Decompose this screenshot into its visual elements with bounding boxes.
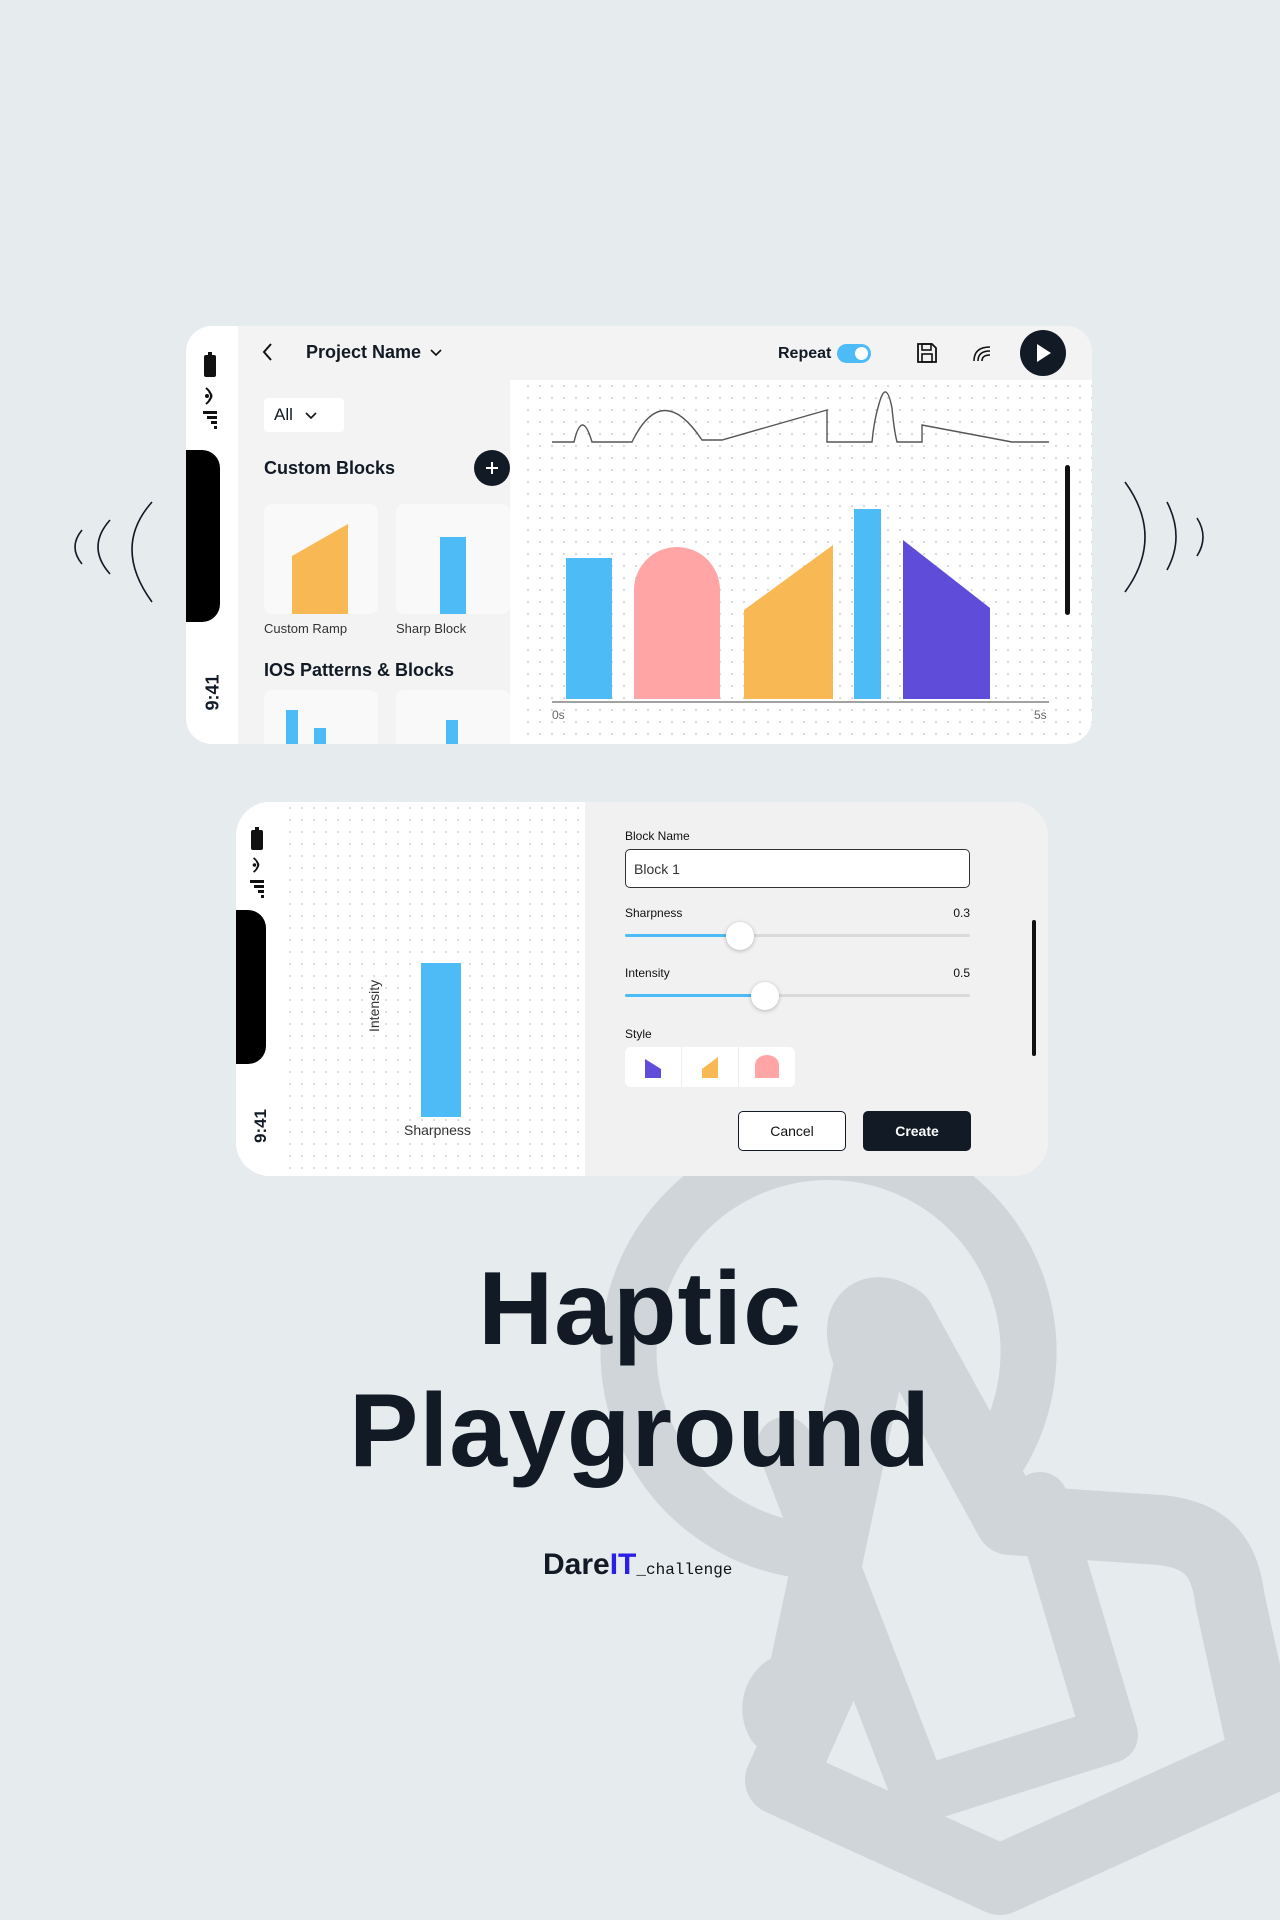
timeline-block-5: [903, 540, 990, 699]
sharpness-slider-thumb[interactable]: [726, 922, 754, 950]
preview-block-bar: [421, 963, 461, 1117]
cancel-button[interactable]: Cancel: [738, 1111, 846, 1151]
timeline-block-4: [854, 509, 881, 699]
device-notch: [236, 910, 266, 1064]
play-button[interactable]: [1020, 330, 1066, 376]
intensity-slider-fill: [625, 994, 765, 997]
chevron-down-icon: [305, 412, 317, 420]
ios-pattern-card[interactable]: [264, 690, 378, 744]
block-bar-icon: [446, 720, 458, 744]
block-preview: 9:41 Intensity Sharpness: [236, 802, 585, 1176]
add-block-button[interactable]: [474, 450, 510, 486]
block-editor-phone: 9:41 Intensity Sharpness Block Name Shar…: [236, 802, 1048, 1176]
custom-blocks-title: Custom Blocks: [264, 458, 396, 478]
intensity-label: Intensity: [625, 966, 670, 980]
block-name-input[interactable]: [625, 849, 970, 888]
ramp-style-icon: [702, 1057, 718, 1078]
timeline-block-3: [744, 545, 833, 699]
status-time: 9:41: [251, 1108, 270, 1144]
project-dropdown-chevron-icon[interactable]: [429, 348, 443, 358]
ios-patterns-title: IOS Patterns & Blocks: [264, 660, 455, 680]
intensity-value: 0.5: [953, 966, 970, 980]
back-chevron-icon[interactable]: [258, 340, 278, 364]
bar-shape-icon: [440, 537, 466, 614]
ios-block-card[interactable]: [396, 690, 510, 744]
hero-title-line-1: Haptic: [478, 1251, 802, 1367]
pattern-bars-icon: [286, 710, 326, 744]
brand-suffix: _challenge: [636, 1561, 733, 1579]
haptic-waveform: [552, 391, 1049, 443]
wifi-icon: [252, 857, 260, 873]
preview-y-label: Intensity: [366, 979, 382, 1032]
timeline-block-2: [634, 547, 720, 699]
style-option-drop[interactable]: [625, 1047, 682, 1087]
signal-icon: [250, 880, 264, 898]
style-label: Style: [625, 1027, 652, 1041]
timeline-end-label: 5s: [1034, 708, 1047, 722]
play-icon: [1037, 344, 1051, 362]
sharp-block-card[interactable]: [396, 504, 510, 614]
wifi-icon: [205, 387, 213, 405]
status-bar: 9:41: [186, 326, 238, 744]
sharp-block-label: Sharp Block: [396, 621, 467, 636]
vibration-right-icon: [1124, 481, 1204, 593]
save-icon[interactable]: [915, 341, 939, 365]
sharpness-value: 0.3: [953, 906, 970, 920]
timeline-scrollbar[interactable]: [1065, 465, 1070, 615]
vibration-left-icon: [74, 501, 153, 603]
repeat-toggle[interactable]: [837, 344, 871, 363]
project-title[interactable]: Project Name: [306, 342, 421, 363]
battery-icon: [251, 827, 263, 850]
sharpness-label: Sharpness: [625, 906, 683, 920]
custom-ramp-label: Custom Ramp: [264, 621, 348, 636]
style-selector: [625, 1047, 795, 1087]
filter-dropdown[interactable]: All: [264, 398, 344, 432]
hero-title-line-2: Playground: [348, 1373, 932, 1489]
drop-style-icon: [645, 1059, 661, 1078]
timeline-phone: 9:41 Project Name Repeat All Custom Bloc…: [186, 326, 1092, 744]
block-name-label: Block Name: [625, 829, 690, 843]
haptic-signal-icon[interactable]: [971, 342, 993, 364]
signal-icon: [203, 411, 217, 429]
plus-icon: [486, 462, 498, 474]
preview-x-label: Sharpness: [404, 1122, 471, 1138]
create-button[interactable]: Create: [863, 1111, 971, 1151]
timeline-canvas[interactable]: 0s 5s: [522, 380, 1092, 744]
style-option-arch[interactable]: [739, 1047, 795, 1087]
device-notch: [186, 450, 220, 622]
timeline-start-label: 0s: [552, 708, 565, 722]
brand-dare: Dare: [543, 1548, 610, 1581]
timeline-block-1: [566, 558, 612, 699]
ramp-shape-icon: [292, 524, 348, 614]
arch-style-icon: [755, 1055, 779, 1078]
brand-it: IT: [609, 1548, 637, 1581]
repeat-label: Repeat: [778, 345, 832, 362]
filter-value: All: [274, 405, 293, 424]
custom-ramp-card[interactable]: [264, 504, 378, 614]
editor-scrollbar[interactable]: [1032, 920, 1036, 1056]
status-time: 9:41: [202, 674, 223, 711]
battery-icon: [204, 352, 216, 377]
sharpness-slider-fill: [625, 934, 740, 937]
brand-logo: DareIT_challenge: [543, 1548, 732, 1582]
style-option-ramp[interactable]: [682, 1047, 739, 1087]
timeline-graph: [552, 391, 1049, 703]
intensity-slider-thumb[interactable]: [751, 982, 779, 1010]
